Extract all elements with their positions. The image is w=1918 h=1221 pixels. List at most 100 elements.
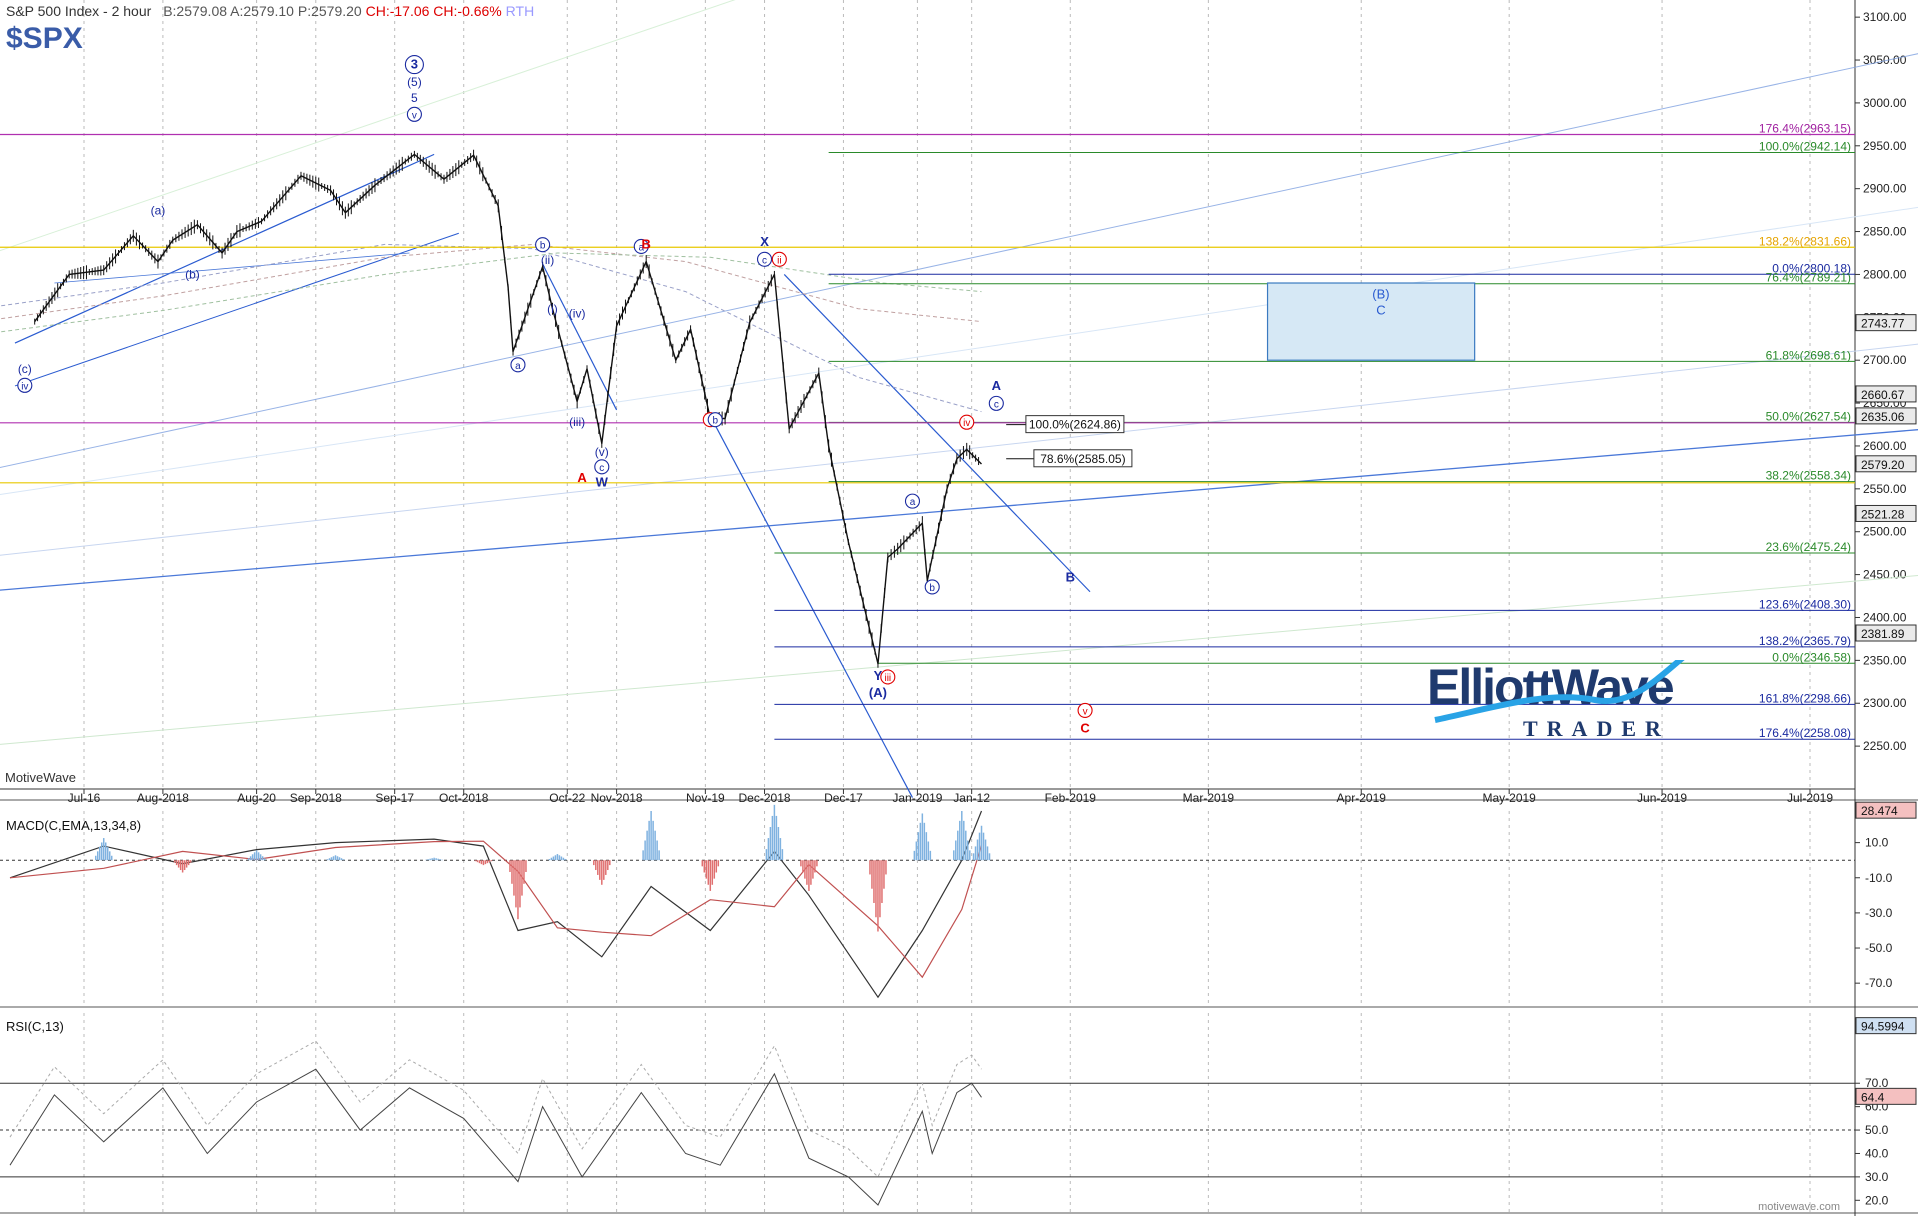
boxed-level-label: 100.0%(2624.86) xyxy=(1029,418,1121,432)
chart-stage: Jul-16 Aug-2018 Aug-20 Sep-2018 Sep-17 Oct-20… xyxy=(0,0,1918,1216)
wave-label: iv xyxy=(21,381,28,392)
x-axis-tick-label: Oct-2018 xyxy=(439,791,489,805)
macd-axis-tick-label: -30.0 xyxy=(1865,906,1893,920)
y-axis-tick-label: 2500.00 xyxy=(1863,525,1907,539)
x-axis-tick-label: Jan-2019 xyxy=(892,791,942,805)
y-axis-tick-label: 2850.00 xyxy=(1863,225,1907,239)
x-axis-tick-label: Jun-2019 xyxy=(1637,791,1687,805)
y-axis-tick-label: 2900.00 xyxy=(1863,182,1907,196)
wave-label: c xyxy=(762,255,767,266)
rsi-axis-tick-label: 20.0 xyxy=(1865,1193,1889,1207)
x-axis-tick-label: Feb-2019 xyxy=(1045,791,1097,805)
rsi-value-tag: 64.4 xyxy=(1861,1090,1885,1104)
chart-background xyxy=(0,0,1918,1216)
logo-line-2: TRADER xyxy=(1523,716,1670,740)
wave-label: A xyxy=(577,470,587,485)
wave-label: v xyxy=(412,110,417,121)
fib-level-label: 23.6%(2475.24) xyxy=(1766,540,1851,554)
fib-level-label: 76.4%(2789.21) xyxy=(1766,271,1851,285)
boxed-level-label: 78.6%(2585.05) xyxy=(1040,452,1125,466)
rsi-axis-tick-label: 40.0 xyxy=(1865,1146,1889,1160)
elliott-wave-trader-logo: ElliottWave TRADER xyxy=(1425,660,1735,740)
x-axis-tick-label: Aug-2018 xyxy=(137,791,189,805)
y-axis-tick-label: 3050.00 xyxy=(1863,53,1907,67)
x-axis-tick-label: Mar-2019 xyxy=(1183,791,1235,805)
price-tag-label: 2579.20 xyxy=(1861,458,1905,472)
y-axis-tick-label: 2550.00 xyxy=(1863,482,1907,496)
fib-level-label: 138.2%(2831.66) xyxy=(1759,234,1851,248)
wave-label: (v) xyxy=(595,445,609,459)
fib-level-label: 50.0%(2627.54) xyxy=(1766,409,1851,423)
wave-label: (c) xyxy=(18,362,32,376)
chart-header: S&P 500 Index - 2 hour B:2579.08 A:2579.… xyxy=(6,3,534,19)
y-axis-tick-label: 3000.00 xyxy=(1863,96,1907,110)
wave-label: c xyxy=(994,399,999,410)
chart-title: S&P 500 Index - 2 hour xyxy=(6,3,151,19)
y-axis-tick-label: 2250.00 xyxy=(1863,739,1907,753)
wave-label: b xyxy=(929,583,935,594)
wave-label: (5) xyxy=(407,75,422,89)
x-axis-tick-label: Apr-2019 xyxy=(1337,791,1387,805)
x-axis-tick-label: Aug-20 xyxy=(237,791,276,805)
x-axis-tick-label: Oct-22 xyxy=(549,791,585,805)
macd-axis-tick-label: -50.0 xyxy=(1865,941,1893,955)
wave-label: (iv) xyxy=(569,306,586,320)
wave-label: a xyxy=(515,361,521,372)
y-axis-tick-label: 2950.00 xyxy=(1863,139,1907,153)
wave-label: X xyxy=(760,234,769,249)
rsi-axis-tick-label: 50.0 xyxy=(1865,1123,1889,1137)
y-axis-tick-label: 2400.00 xyxy=(1863,610,1907,624)
fib-level-label: 176.4%(2963.15) xyxy=(1759,122,1851,136)
wave-label: (B) xyxy=(1372,286,1389,301)
x-axis-tick-label: Sep-17 xyxy=(375,791,414,805)
x-axis-tick-label: Nov-19 xyxy=(686,791,725,805)
rsi-axis-tick-label: 30.0 xyxy=(1865,1170,1889,1184)
price-tag-label: 2743.77 xyxy=(1861,317,1905,331)
wave-label: c xyxy=(599,463,604,474)
wave-label: B xyxy=(641,237,650,252)
price-tag-label: 2381.89 xyxy=(1861,627,1905,641)
logo-line-1: ElliottWave xyxy=(1427,660,1674,715)
rsi-panel-title: RSI(C,13) xyxy=(6,1019,64,1034)
price-tag-label: 2660.67 xyxy=(1861,388,1905,402)
fib-level-label: 176.4%(2258.08) xyxy=(1759,726,1851,740)
session-badge: RTH xyxy=(506,3,535,19)
y-axis-tick-label: 2350.00 xyxy=(1863,653,1907,667)
change-text: CH:-17.06 CH:-0.66% xyxy=(366,3,502,19)
fib-level-label: 138.2%(2365.79) xyxy=(1759,634,1851,648)
provider-label: MotiveWave xyxy=(5,770,76,785)
x-axis-tick-label: Nov-2018 xyxy=(591,791,643,805)
price-tag-label: 2521.28 xyxy=(1861,507,1905,521)
wave-label: 3 xyxy=(411,57,418,72)
x-axis-tick-label: Dec-2018 xyxy=(739,791,791,805)
wave-label: (ii) xyxy=(541,253,554,267)
wave-label: (iii) xyxy=(569,415,585,429)
fib-level-label: 123.6%(2408.30) xyxy=(1759,597,1851,611)
x-axis-tick-label: Jul-16 xyxy=(68,791,101,805)
x-axis-tick-label: Jan-12 xyxy=(953,791,990,805)
wave-label: B xyxy=(1066,569,1075,584)
wave-label: (A) xyxy=(869,685,887,700)
fib-level-label: 38.2%(2558.34) xyxy=(1766,469,1851,483)
watermark-text: motivewave.com xyxy=(1758,1201,1840,1213)
fib-level-label: 0.0%(2346.58) xyxy=(1772,650,1851,664)
wave-label: b xyxy=(712,416,718,427)
wave-label: iii xyxy=(884,673,891,684)
y-axis-tick-label: 2700.00 xyxy=(1863,353,1907,367)
wave-label: W xyxy=(596,474,609,489)
fib-level-label: 100.0%(2942.14) xyxy=(1759,140,1851,154)
x-axis-tick-label: Sep-2018 xyxy=(290,791,342,805)
macd-value-tag: 28.474 xyxy=(1861,804,1898,818)
wave-label: C xyxy=(1376,303,1385,318)
wave-label: (b) xyxy=(185,268,200,282)
wave-label: 5 xyxy=(411,91,418,105)
wave-label: b xyxy=(540,241,546,252)
wave-label: A xyxy=(992,378,1002,393)
macd-axis-tick-label: -10.0 xyxy=(1865,871,1893,885)
macd-panel-title: MACD(C,EMA,13,34,8) xyxy=(6,818,141,833)
price-chart-svg[interactable]: Jul-16 Aug-2018 Aug-20 Sep-2018 Sep-17 Oct-20… xyxy=(0,0,1918,1216)
x-axis-tick-label: Dec-17 xyxy=(824,791,863,805)
target-box xyxy=(1268,283,1475,360)
wave-label: v xyxy=(1083,706,1088,717)
fib-level-label: 161.8%(2298.66) xyxy=(1759,691,1851,705)
